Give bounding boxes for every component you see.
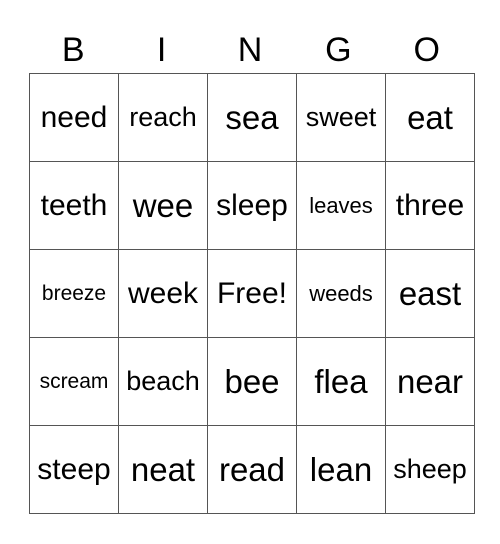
bingo-cell[interactable]: eat	[385, 73, 475, 162]
bingo-cell[interactable]: weeds	[296, 249, 386, 338]
bingo-cell[interactable]: lean	[296, 425, 386, 514]
bingo-cell[interactable]: leaves	[296, 161, 386, 250]
bingo-row: need reach sea sweet eat	[29, 73, 475, 162]
bingo-row: steep neat read lean sheep	[29, 425, 475, 514]
cell-word: leaves	[309, 192, 373, 218]
bingo-cell[interactable]: sleep	[207, 161, 297, 250]
bingo-cell[interactable]: three	[385, 161, 475, 250]
bingo-cell[interactable]: teeth	[29, 161, 119, 250]
free-space-cell[interactable]: Free!	[207, 249, 297, 338]
bingo-cell[interactable]: scream	[29, 337, 119, 426]
cell-word: teeth	[40, 188, 108, 222]
cell-word: near	[396, 362, 464, 400]
bingo-cell[interactable]: flea	[296, 337, 386, 426]
cell-word: three	[395, 188, 465, 222]
cell-word: lean	[309, 450, 373, 488]
cell-word: bee	[224, 362, 280, 400]
bingo-cell[interactable]: week	[118, 249, 208, 338]
header-letter-o: O	[413, 31, 440, 69]
cell-word: reach	[129, 102, 197, 132]
bingo-cell[interactable]: near	[385, 337, 475, 426]
bingo-cell[interactable]: bee	[207, 337, 297, 426]
bingo-row: teeth wee sleep leaves three	[29, 161, 475, 250]
cell-word: sheep	[393, 454, 467, 484]
bingo-cell[interactable]: need	[29, 73, 119, 162]
header-letter-n: N	[237, 31, 263, 69]
bingo-cell[interactable]: sea	[207, 73, 297, 162]
cell-word: sleep	[216, 188, 288, 222]
cell-word: sweet	[305, 102, 377, 132]
cell-word: wee	[132, 186, 194, 224]
cell-word: weeds	[309, 280, 373, 306]
cell-word: read	[218, 450, 286, 488]
bingo-header: B I N G O	[29, 28, 471, 72]
bingo-cell[interactable]: wee	[118, 161, 208, 250]
header-letter-g: G	[325, 31, 352, 69]
bingo-cell[interactable]: neat	[118, 425, 208, 514]
bingo-cell[interactable]: sheep	[385, 425, 475, 514]
cell-word: sea	[225, 98, 279, 136]
cell-word: flea	[314, 362, 368, 400]
header-letter-i: I	[156, 31, 167, 69]
cell-word: steep	[37, 452, 111, 486]
bingo-cell[interactable]: breeze	[29, 249, 119, 338]
bingo-cell[interactable]: read	[207, 425, 297, 514]
cell-word: eat	[407, 98, 453, 136]
cell-word: breeze	[41, 281, 107, 305]
bingo-cell[interactable]: steep	[29, 425, 119, 514]
bingo-cell[interactable]: reach	[118, 73, 208, 162]
bingo-row: scream beach bee flea near	[29, 337, 475, 426]
cell-word: east	[398, 274, 462, 312]
cell-word: need	[40, 100, 108, 134]
header-letter-b: B	[61, 31, 85, 69]
cell-word: beach	[126, 366, 200, 396]
bingo-row: breeze week Free! weeds east	[29, 249, 475, 338]
bingo-cell[interactable]: sweet	[296, 73, 386, 162]
cell-word: scream	[39, 369, 109, 393]
cell-word: neat	[130, 450, 196, 488]
bingo-cell[interactable]: beach	[118, 337, 208, 426]
cell-word: Free!	[216, 276, 288, 310]
cell-word: week	[127, 276, 199, 310]
bingo-card-grid: need reach sea sweet eat teeth wee sleep leaves t…	[29, 73, 475, 514]
bingo-cell[interactable]: east	[385, 249, 475, 338]
